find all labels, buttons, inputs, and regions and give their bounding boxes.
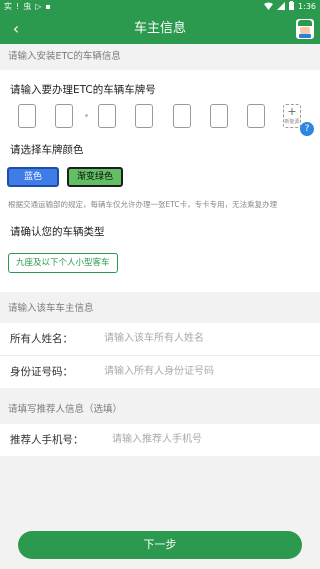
owner-name-input[interactable] [104,323,304,355]
plate-char-box[interactable] [210,104,228,128]
warning-icon: ! [16,2,20,11]
help-icon[interactable]: ? [300,122,314,136]
etc-policy-note: 根据交通运输部的规定，每辆车仅允许办理一张ETC卡，专卡专用，无法乘复办理 [8,200,278,209]
plate-separator-dot [85,114,88,117]
plate-color-blue-button[interactable]: 蓝色 [7,167,59,187]
carrier-icon: 虫 [23,2,32,11]
plate-color-green-button[interactable]: 渐变绿色 [67,167,123,187]
plate-char-box[interactable] [247,104,265,128]
plate-char-box[interactable] [173,104,191,128]
plate-char-box[interactable] [18,104,36,128]
status-bar: 实 ! 虫 ▷ ▪ 1:36 [0,0,320,14]
plus-icon: + [287,105,297,118]
plate-color-label: 请选择车牌颜色 [10,144,84,156]
signal-icon [277,1,286,13]
owner-name-row: 所有人姓名： [0,323,320,355]
clock-time: 1:36 [298,2,316,11]
plate-char-box[interactable] [98,104,116,128]
sim-icon: ▪ [45,2,51,11]
app-bar: 车主信息 ‹ [0,14,320,44]
wifi-icon [264,2,274,13]
carrier-icon: 实 [4,2,12,11]
referrer-phone-row: 推荐人手机号： [0,424,320,456]
chevron-left-icon: ‹ [12,19,20,38]
status-left-icons: 实 ! 虫 ▷ ▪ [4,2,51,12]
page-title: 车主信息 [133,21,186,36]
next-button[interactable]: 下一步 [18,531,302,559]
vehicle-type-selector[interactable]: 九座及以下个人小型客车 [8,253,118,273]
plate-char-box[interactable] [135,104,153,128]
referrer-phone-label: 推荐人手机号： [10,434,84,446]
vehicle-section-header: 请输入安装ETC的车辆信息 [0,44,320,70]
referrer-phone-input[interactable] [112,424,312,456]
vehicle-type-label: 请确认您的车辆类型 [10,226,105,238]
new-energy-label: 新能源 [284,119,300,125]
referrer-section-header: 请填写推荐人信息（选填） [0,397,320,423]
plate-input-row: + 新能源 [18,104,308,130]
owner-name-label: 所有人姓名： [10,333,73,345]
status-right-icons: 1:36 [264,1,316,13]
owner-id-label: 身份证号码： [10,366,73,378]
battery-icon [289,1,295,13]
plate-char-box[interactable] [55,104,73,128]
message-icon: ▷ [35,2,42,11]
mascot-icon[interactable] [296,19,314,39]
plate-label: 请输入要办理ETC的车辆车牌号 [10,84,156,96]
owner-section-header: 请输入该车车主信息 [0,296,320,322]
back-button[interactable]: ‹ [6,18,26,40]
new-energy-plate-box[interactable]: + 新能源 [283,104,301,128]
owner-id-row: 身份证号码： [0,356,320,388]
owner-id-input[interactable] [104,356,304,388]
